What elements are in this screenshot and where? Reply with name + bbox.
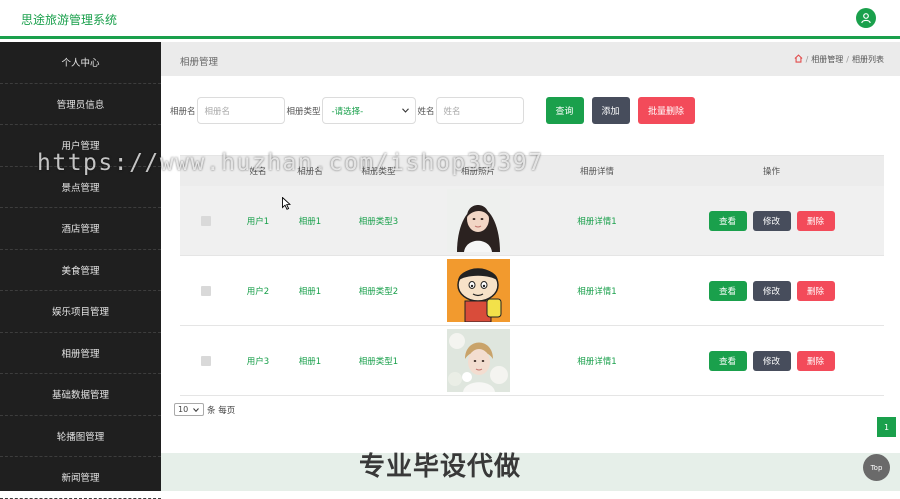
album-type-selected: -请选择- [331, 106, 364, 117]
name-label: 姓名 [417, 106, 435, 117]
view-button[interactable]: 查看 [708, 350, 747, 371]
sidebar-item-personal-center[interactable]: 个人中心 [0, 42, 161, 84]
page-header: 相册管理 / 相册管理 / 相册列表 [161, 42, 900, 76]
cursor-icon [282, 196, 292, 213]
breadcrumb: / 相册管理 / 相册列表 [794, 54, 884, 65]
main-content: 相册管理 / 相册管理 / 相册列表 相册名 相册名 相册类型 -请选择- 姓名… [161, 42, 900, 491]
pagination: 10 条 每页 [174, 403, 235, 416]
cell-album-name: 相册1 [298, 356, 322, 367]
cell-album-type: 相册类型2 [358, 286, 399, 297]
footer-banner [161, 453, 900, 491]
sidebar-item-hotels[interactable]: 酒店管理 [0, 208, 161, 250]
cell-album-detail: 相册详情1 [577, 356, 617, 367]
search-form: 相册名 相册名 相册类型 -请选择- 姓名 姓名 查询 添加 批量删除 [170, 97, 695, 124]
sidebar-item-entertainment[interactable]: 娱乐项目管理 [0, 291, 161, 333]
watermark-text: https://www.huzhan.com/ishop39397 [37, 150, 544, 176]
cell-album-detail: 相册详情1 [577, 216, 617, 227]
cell-album-name: 相册1 [298, 216, 322, 227]
album-photo [446, 189, 510, 252]
delete-button[interactable]: 删除 [796, 280, 835, 301]
cell-album-type: 相册类型3 [358, 216, 399, 227]
edit-button[interactable]: 修改 [752, 350, 791, 371]
app-title: 思途旅游管理系统 [21, 13, 118, 27]
sidebar-item-carousel[interactable]: 轮播图管理 [0, 416, 161, 457]
row-checkbox[interactable] [201, 285, 211, 296]
view-button[interactable]: 查看 [708, 210, 747, 231]
table-row: 用户3 相册1 相册类型1 相册详情1 查看 修改 删除 [180, 326, 884, 396]
page-size-select[interactable]: 10 [174, 403, 204, 416]
cell-name: 用户1 [246, 216, 270, 227]
edit-button[interactable]: 修改 [752, 280, 791, 301]
user-icon[interactable] [856, 8, 876, 28]
delete-button[interactable]: 删除 [796, 350, 835, 371]
table-row: 用户2 相册1 相册类型2 相册详情1 查看 修改 删除 [180, 256, 884, 326]
sidebar-item-news[interactable]: 新闻管理 [0, 457, 161, 499]
sidebar-item-basic-data[interactable]: 基础数据管理 [0, 374, 161, 416]
album-type-label: 相册类型 [286, 106, 321, 117]
cell-album-detail: 相册详情1 [577, 286, 617, 297]
header-album-detail: 相册详情 [579, 167, 614, 177]
album-type-select[interactable]: -请选择- [321, 97, 416, 124]
batch-delete-button[interactable]: 批量删除 [637, 97, 695, 124]
header-actions: 操作 [762, 167, 780, 177]
query-button[interactable]: 查询 [545, 97, 584, 124]
home-icon[interactable] [794, 54, 803, 65]
page-number-button[interactable]: 1 [877, 417, 896, 437]
cell-name: 用户2 [246, 286, 270, 297]
album-photo [446, 259, 510, 322]
per-page-label: 条 每页 [207, 405, 236, 416]
cell-name: 用户3 [246, 356, 270, 367]
sidebar-item-admin-info[interactable]: 管理员信息 [0, 84, 161, 125]
sidebar-item-food[interactable]: 美食管理 [0, 250, 161, 291]
delete-button[interactable]: 删除 [796, 210, 835, 231]
add-button[interactable]: 添加 [591, 97, 630, 124]
cell-album-type: 相册类型1 [358, 356, 399, 367]
overlay-caption: 专业毕设代做 [359, 452, 522, 482]
album-name-input[interactable]: 相册名 [196, 97, 285, 124]
name-input[interactable]: 姓名 [435, 97, 524, 124]
cell-album-name: 相册1 [298, 286, 322, 297]
row-checkbox[interactable] [201, 215, 211, 226]
breadcrumb-item[interactable]: 相册管理 [811, 54, 843, 65]
view-button[interactable]: 查看 [708, 280, 747, 301]
breadcrumb-separator: / [846, 55, 849, 64]
album-name-label: 相册名 [170, 106, 196, 117]
album-photo [446, 329, 510, 392]
chevron-down-icon [401, 106, 409, 116]
page-size-value: 10 [178, 405, 189, 414]
breadcrumb-item: 相册列表 [852, 55, 884, 64]
back-to-top-button[interactable]: Top [863, 454, 890, 481]
row-checkbox[interactable] [201, 355, 211, 366]
page-title: 相册管理 [180, 57, 219, 68]
breadcrumb-separator: / [805, 55, 809, 64]
edit-button[interactable]: 修改 [752, 210, 791, 231]
sidebar: 个人中心 管理员信息 用户管理 景点管理 酒店管理 美食管理 娱乐项目管理 相册… [0, 42, 161, 499]
sidebar-item-albums[interactable]: 相册管理 [0, 333, 161, 374]
top-bar: 思途旅游管理系统 [0, 0, 900, 39]
chevron-down-icon [193, 405, 200, 414]
album-table: 姓名 相册名 相册类型 相册照片 相册详情 操作 用户1 相册1 相册类型3 相… [180, 155, 884, 396]
